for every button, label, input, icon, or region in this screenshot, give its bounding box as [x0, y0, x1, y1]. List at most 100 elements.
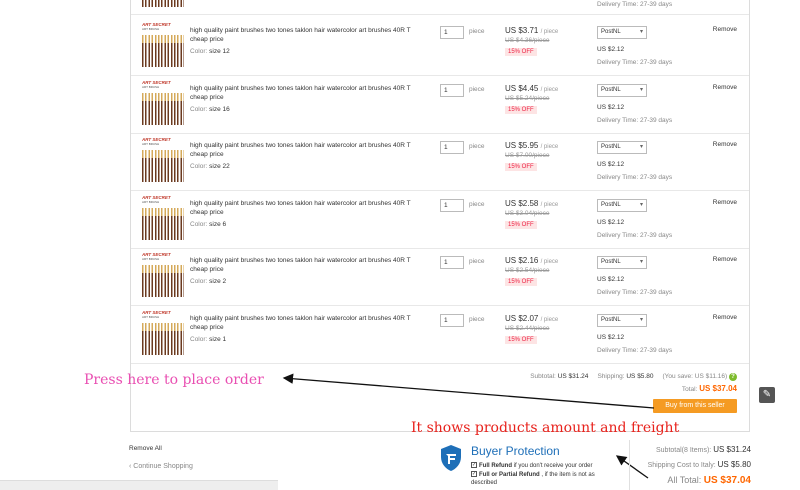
- shipping-method-select[interactable]: PostNL ▾: [597, 141, 647, 154]
- product-variant: Color: size 22: [190, 163, 230, 170]
- original-price: US $5.24/piece: [505, 95, 550, 102]
- product-thumbnail[interactable]: ART SECRET ART BRUSH: [141, 80, 185, 126]
- product-variant: Color: size 6: [190, 221, 227, 228]
- quantity-input[interactable]: 1: [440, 314, 464, 327]
- product-title-link[interactable]: high quality paint brushes two tones tak…: [190, 199, 415, 217]
- thumbnail-sub-text: ART BRUSH: [142, 85, 160, 89]
- remove-item-link[interactable]: Remove: [713, 199, 737, 206]
- annotation-shows-amount: It shows products amount and freight: [411, 420, 680, 436]
- quantity-unit: piece: [469, 28, 485, 35]
- buyer-protection-title: Buyer Protection: [471, 444, 560, 458]
- quantity-input[interactable]: 1: [440, 199, 464, 212]
- continue-shopping-link[interactable]: ‹ Continue Shopping: [129, 463, 193, 470]
- seller-totals-line: Subtotal: US $31.24 Shipping: US $5.80 (…: [530, 373, 737, 381]
- chevron-left-icon: ‹: [129, 463, 132, 470]
- thumbnail-sub-text: ART BRUSH: [142, 200, 160, 204]
- original-price: US $7.00/piece: [505, 152, 550, 159]
- cart-item-row: ART SECRET ART BRUSH high quality paint br…: [131, 248, 749, 306]
- shipping-method-select[interactable]: PostNL ▾: [597, 256, 647, 269]
- seller-subtotal: US $31.24: [557, 373, 589, 380]
- product-title-link[interactable]: high quality paint brushes two tones tak…: [190, 256, 415, 274]
- remove-all-link[interactable]: Remove All: [129, 445, 162, 452]
- order-subtotal: Subtotal(8 Items): US $31.24: [655, 445, 751, 454]
- delivery-time: Delivery Time: 27-39 days: [597, 117, 673, 124]
- seller-cart-panel: Delivery Time: 27-39 days ART SECRET ART …: [130, 0, 750, 432]
- edit-icon[interactable]: ✎: [759, 387, 775, 403]
- chevron-down-icon: ▾: [639, 144, 643, 150]
- delivery-time: Delivery Time: 27-39 days: [597, 59, 673, 66]
- product-variant: Color: size 2: [190, 278, 227, 285]
- unit-price: US $2.07 / piece: [505, 314, 559, 323]
- quantity-input[interactable]: 1: [440, 256, 464, 269]
- product-title-link[interactable]: high quality paint brushes two tones tak…: [190, 314, 415, 332]
- cart-item-row: ART SECRET ART BRUSH high quality paint br…: [131, 76, 749, 134]
- product-variant: Color: size 16: [190, 106, 230, 113]
- product-thumbnail[interactable]: ART SECRET ART BRUSH: [141, 137, 185, 183]
- delivery-time: Delivery Time: 27-39 days: [597, 1, 673, 8]
- discount-badge: 15% OFF: [505, 48, 537, 56]
- original-price: US $3.04/piece: [505, 210, 550, 217]
- original-price: US $2.44/piece: [505, 325, 550, 332]
- thumbnail-sub-text: ART BRUSH: [142, 315, 160, 319]
- quantity-unit: piece: [469, 316, 485, 323]
- delivery-time: Delivery Time: 27-39 days: [597, 232, 673, 239]
- discount-badge: 15% OFF: [505, 163, 537, 171]
- discount-badge: 15% OFF: [505, 336, 537, 344]
- shipping-method-select[interactable]: PostNL ▾: [597, 26, 647, 39]
- quantity-input[interactable]: 1: [440, 26, 464, 39]
- remove-item-link[interactable]: Remove: [713, 26, 737, 33]
- remove-item-link[interactable]: Remove: [713, 141, 737, 148]
- checkbox-icon: ✓: [471, 471, 477, 478]
- shipping-method-select[interactable]: PostNL ▾: [597, 84, 647, 97]
- thumbnail-sub-text: ART BRUSH: [142, 27, 160, 31]
- help-icon[interactable]: ?: [729, 373, 737, 381]
- original-price: US $2.54/piece: [505, 267, 550, 274]
- unit-price: US $2.58 / piece: [505, 199, 559, 208]
- shipping-cost: US $2.12: [597, 161, 625, 168]
- product-thumbnail[interactable]: ART SECRET ART BRUSH: [141, 22, 185, 68]
- arrow-to-summary: [615, 455, 649, 479]
- product-thumbnail[interactable]: ART SECRET ART BRUSH: [141, 310, 185, 356]
- cart-item-row: ART SECRET ART BRUSH high quality paint br…: [131, 133, 749, 191]
- brush-tips-image: [142, 35, 184, 43]
- checkbox-icon: ✓: [471, 462, 477, 469]
- quantity-unit: piece: [469, 86, 485, 93]
- delivery-time: Delivery Time: 27-39 days: [597, 347, 673, 354]
- chevron-down-icon: ▾: [639, 317, 643, 323]
- order-total: All Total: US $37.04: [667, 475, 751, 486]
- product-thumbnail[interactable]: ART SECRET ART BRUSH: [141, 252, 185, 298]
- quantity-input[interactable]: 1: [440, 141, 464, 154]
- shipping-cost: US $2.12: [597, 46, 625, 53]
- unit-price: US $5.95 / piece: [505, 141, 559, 150]
- shipping-cost: US $2.12: [597, 104, 625, 111]
- brush-tips-image: [142, 93, 184, 101]
- seller-total: US $37.04: [699, 384, 737, 393]
- divider: [629, 440, 630, 490]
- product-thumbnail[interactable]: ART SECRET ART BRUSH: [141, 195, 185, 241]
- product-title-link[interactable]: high quality paint brushes two tones tak…: [190, 141, 415, 159]
- product-title-link[interactable]: high quality paint brushes two tones tak…: [190, 26, 415, 44]
- thumbnail-sub-text: ART BRUSH: [142, 257, 160, 261]
- chevron-down-icon: ▾: [639, 259, 643, 265]
- protection-line-partial-refund: ✓ Full or Partial Refund , if the item is…: [471, 471, 595, 486]
- savings-text: (You save: US $11.16: [662, 373, 726, 380]
- partial-item-row: Delivery Time: 27-39 days: [131, 0, 749, 15]
- quantity-input[interactable]: 1: [440, 84, 464, 97]
- remove-item-link[interactable]: Remove: [713, 256, 737, 263]
- discount-badge: 15% OFF: [505, 221, 537, 229]
- quantity-unit: piece: [469, 201, 485, 208]
- quantity-unit: piece: [469, 258, 485, 265]
- product-thumbnail[interactable]: [142, 0, 184, 7]
- product-title-link[interactable]: high quality paint brushes two tones tak…: [190, 84, 415, 102]
- remove-item-link[interactable]: Remove: [713, 314, 737, 321]
- shipping-method-select[interactable]: PostNL ▾: [597, 199, 647, 212]
- delivery-time: Delivery Time: 27-39 days: [597, 174, 673, 181]
- remove-item-link[interactable]: Remove: [713, 84, 737, 91]
- brush-tips-image: [142, 323, 184, 331]
- brush-tips-image: [142, 150, 184, 158]
- cart-item-row: ART SECRET ART BRUSH high quality paint br…: [131, 18, 749, 76]
- bottom-bar: [0, 480, 278, 490]
- buy-from-seller-button[interactable]: Buy from this seller: [653, 399, 737, 413]
- order-shipping: Shipping Cost to Italy: US $5.80: [647, 460, 751, 469]
- shipping-method-select[interactable]: PostNL ▾: [597, 314, 647, 327]
